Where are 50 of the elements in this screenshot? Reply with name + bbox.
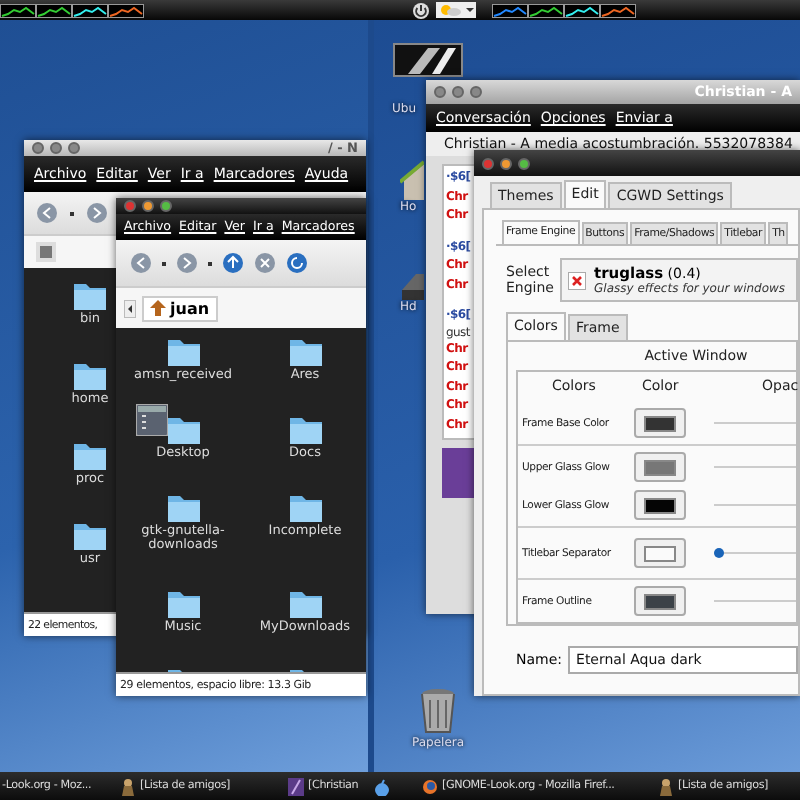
stop-icon[interactable] (254, 252, 276, 274)
hard-drive-icon[interactable] (400, 272, 424, 300)
system-monitor-graph[interactable] (600, 3, 636, 17)
maximize-button[interactable] (518, 157, 530, 169)
folder-icon[interactable] (72, 438, 108, 472)
color-button[interactable] (634, 490, 686, 520)
folder-icon[interactable] (165, 412, 201, 446)
color-button[interactable] (634, 452, 686, 482)
folder-icon[interactable] (287, 490, 323, 524)
system-monitor-graph[interactable] (492, 3, 528, 17)
system-monitor-graph[interactable] (0, 3, 36, 17)
folder-icon[interactable] (287, 586, 323, 620)
reload-icon[interactable] (286, 252, 308, 274)
folder-icon[interactable] (72, 518, 108, 552)
window-list-icon[interactable] (135, 404, 167, 436)
folder-icon[interactable] (72, 358, 108, 392)
close-button[interactable] (482, 157, 494, 169)
minimize-button[interactable] (142, 200, 154, 212)
person-icon[interactable] (120, 777, 136, 795)
system-monitor-graph[interactable] (108, 3, 144, 17)
globe-icon[interactable] (422, 777, 438, 795)
minimize-button[interactable] (500, 157, 512, 169)
folder-icon[interactable] (287, 412, 323, 446)
maximize-button[interactable] (160, 200, 172, 212)
up-arrow-icon[interactable] (222, 252, 244, 274)
monitor-icon[interactable] (392, 42, 464, 78)
system-monitor-graph[interactable] (36, 3, 72, 17)
system-monitor-graph[interactable] (72, 3, 108, 17)
house-icon[interactable] (400, 160, 424, 200)
avatar-picture (442, 448, 474, 498)
close-button[interactable] (124, 200, 136, 212)
folder-icon[interactable] (72, 278, 108, 312)
color-button[interactable] (634, 538, 686, 568)
drive-icon[interactable] (36, 242, 56, 262)
folder-icon[interactable] (165, 490, 201, 524)
broken-image-icon (568, 271, 586, 289)
folder-icon[interactable] (165, 586, 201, 620)
power-icon[interactable] (412, 1, 430, 19)
slider-thumb[interactable] (714, 548, 724, 558)
folder-icon[interactable] (287, 334, 323, 368)
system-monitor-graph[interactable] (528, 3, 564, 17)
color-button[interactable] (634, 586, 686, 616)
folder-icon[interactable] (165, 334, 201, 368)
person-icon[interactable] (658, 777, 674, 795)
path-button[interactable]: juan (142, 295, 218, 321)
color-button[interactable] (634, 408, 686, 438)
up-arrow-icon (150, 300, 166, 316)
left-scroll-icon[interactable] (124, 299, 136, 317)
system-monitor-graph[interactable] (564, 3, 600, 17)
trash-can-icon[interactable] (420, 688, 457, 736)
